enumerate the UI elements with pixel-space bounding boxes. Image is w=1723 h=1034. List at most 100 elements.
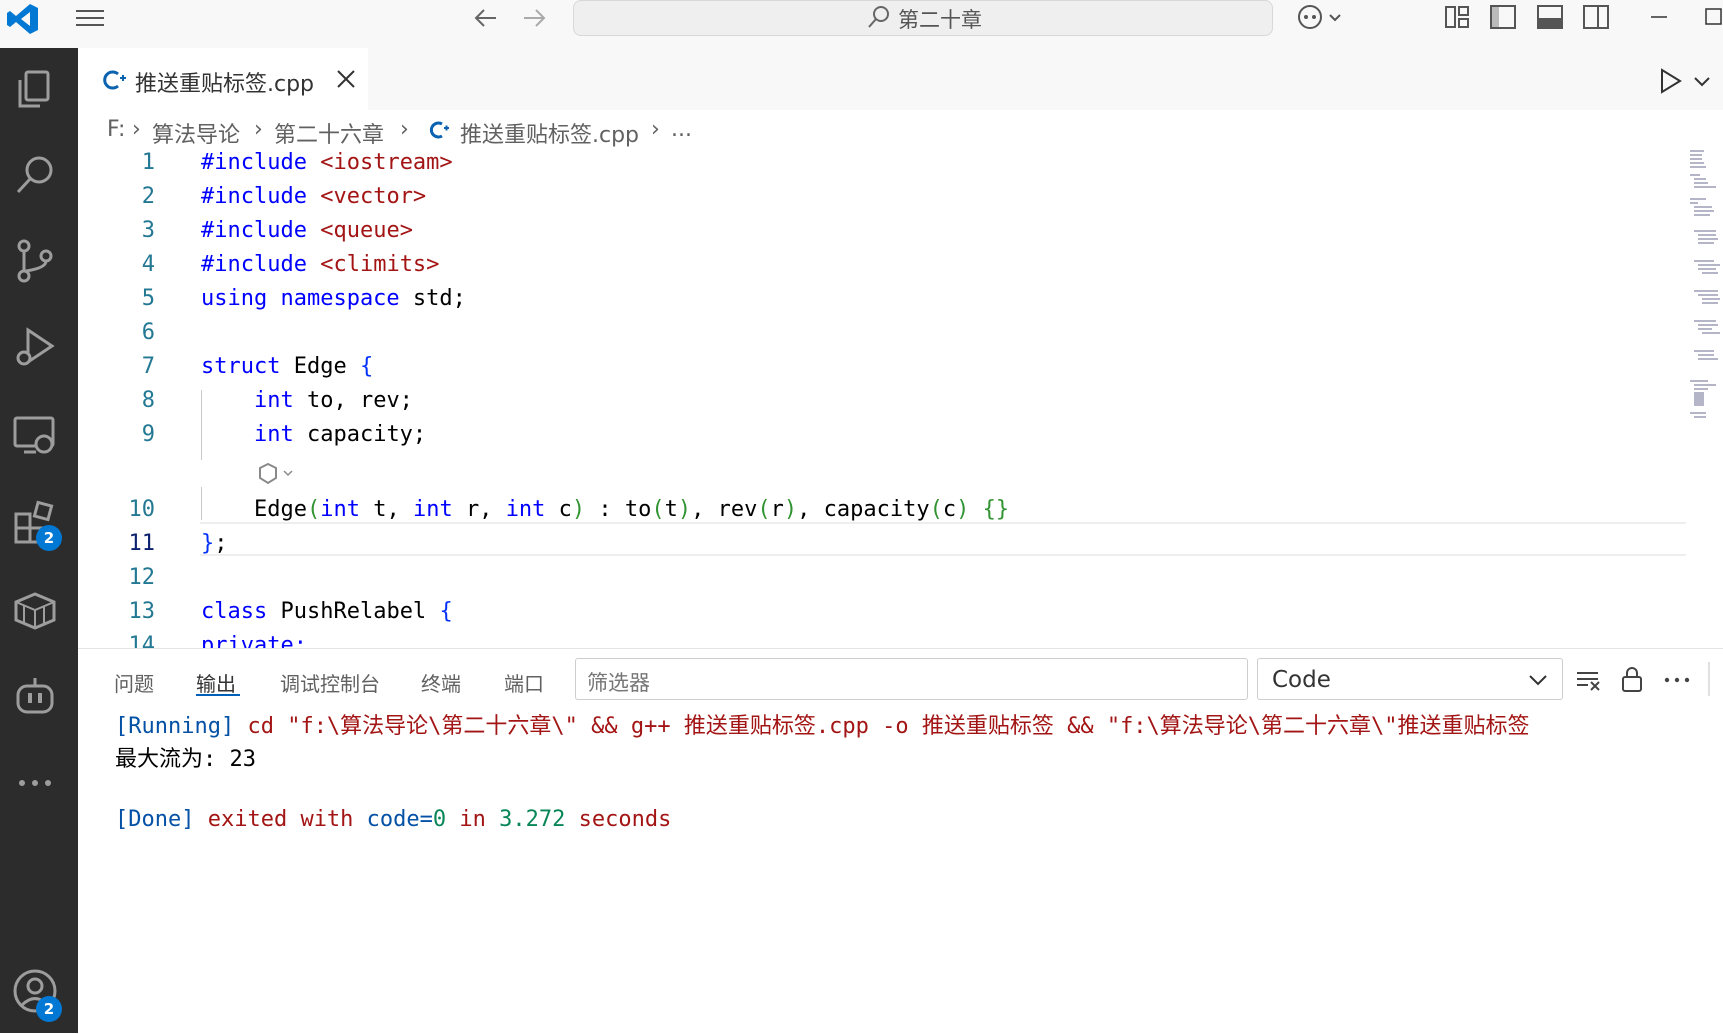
lock-icon[interactable]	[1619, 664, 1645, 694]
code-token: #include	[201, 252, 321, 277]
line-number: 10	[128, 497, 156, 522]
line-number: 2	[141, 184, 155, 209]
code-token: c	[942, 497, 957, 522]
source-control-icon[interactable]	[12, 238, 58, 284]
code-token: }	[201, 531, 215, 556]
output-token: code=	[366, 807, 433, 832]
minimize-icon[interactable]	[1645, 3, 1673, 31]
code-token: Edge	[293, 354, 360, 379]
line-number: 8	[141, 388, 155, 413]
code-token: , capacity	[797, 497, 930, 522]
close-icon[interactable]	[333, 66, 359, 92]
run-debug-icon[interactable]	[12, 324, 58, 370]
toggle-panel-icon[interactable]	[1536, 3, 1564, 31]
code-line: int to, rev;	[201, 388, 413, 413]
minimap[interactable]	[1690, 150, 1720, 440]
chevron-down-icon[interactable]	[1526, 668, 1550, 692]
containers-icon[interactable]	[12, 586, 58, 632]
code-token: class	[201, 599, 281, 624]
panel-divider	[1708, 662, 1710, 696]
code-line: Edge(int t, int r, int c) : to(t), rev(r…	[201, 497, 1009, 522]
breadcrumb-item[interactable]: 推送重贴标签.cpp	[460, 117, 639, 149]
copilot-icon[interactable]	[12, 674, 58, 720]
chevron-right-icon: ›	[132, 117, 141, 142]
menu-icon[interactable]	[74, 6, 106, 30]
output-token: 最大流为: 23	[115, 747, 256, 772]
output-token: [Done]	[115, 807, 195, 832]
code-token: (	[929, 497, 943, 522]
line-number: 1	[141, 150, 155, 175]
output-line: [Running] cd "f:\算法导论\第二十六章\" && g++ 推送重…	[115, 708, 1530, 740]
search-icon[interactable]	[12, 152, 58, 198]
code-token: r,	[465, 497, 506, 522]
breadcrumb-item[interactable]: 第二十六章	[274, 117, 384, 149]
code-token: PushRelabel	[280, 599, 440, 624]
chevron-right-icon: ›	[400, 117, 409, 142]
code-token: c	[558, 497, 572, 522]
code-token: (	[757, 497, 771, 522]
clear-output-icon[interactable]	[1574, 666, 1602, 694]
customize-layout-icon[interactable]	[1443, 3, 1471, 31]
code-token: <vector>	[320, 184, 427, 209]
code-line: struct Edge {	[201, 354, 373, 379]
breadcrumb-item[interactable]: F:	[107, 117, 125, 142]
explorer-icon[interactable]	[12, 66, 58, 112]
code-token: r	[770, 497, 784, 522]
code-token: #include	[201, 150, 321, 175]
chevron-right-icon: ›	[651, 117, 660, 142]
vscode-logo	[6, 2, 40, 36]
bottom-panel	[78, 648, 1723, 1034]
toggle-secondary-sidebar-icon[interactable]	[1582, 3, 1610, 31]
code-action-icon[interactable]	[256, 462, 296, 486]
extensions-badge: 2	[36, 525, 62, 551]
code-token: int	[505, 497, 559, 522]
maximize-icon[interactable]	[1700, 3, 1723, 31]
line-number: 4	[141, 252, 155, 277]
line-number: 11	[128, 531, 156, 556]
remote-explorer-icon[interactable]	[12, 412, 58, 458]
copilot-menu-icon[interactable]	[1296, 3, 1346, 33]
line-number: 12	[128, 565, 156, 590]
forward-arrow-icon[interactable]	[520, 4, 550, 32]
code-token: ;	[214, 531, 228, 556]
run-icon[interactable]	[1656, 66, 1686, 96]
code-token: , rev	[691, 497, 758, 522]
filter-input[interactable]	[575, 658, 1248, 700]
line-number: 13	[128, 599, 156, 624]
panel-tab-output[interactable]: 输出	[196, 668, 236, 697]
output-line: [Done] exited with code=0 in 3.272 secon…	[115, 807, 671, 832]
code-token: <climits>	[320, 252, 440, 277]
toggle-sidebar-icon[interactable]	[1489, 3, 1517, 31]
chevron-down-icon[interactable]	[1690, 70, 1714, 94]
breadcrumb-item[interactable]: 算法导论	[152, 117, 240, 149]
back-arrow-icon[interactable]	[470, 4, 500, 32]
more-icon[interactable]	[12, 760, 58, 806]
panel-tab-problems[interactable]: 问题	[114, 668, 154, 697]
code-line: class PushRelabel {	[201, 599, 453, 624]
code-token: t,	[373, 497, 413, 522]
tab-label: 推送重贴标签.cpp	[135, 72, 315, 97]
code-token: : to	[585, 497, 652, 522]
output-token: 3.272	[499, 807, 566, 832]
panel-tab-ports[interactable]: 端口	[504, 668, 544, 697]
chevron-right-icon: ›	[254, 117, 263, 142]
output-token: exited with	[194, 807, 367, 832]
panel-tab-terminal[interactable]: 终端	[421, 668, 461, 697]
output-token: cd "f:\算法导论\第二十六章\" && g++ 推送重贴标签.cpp -o…	[234, 714, 1530, 739]
breadcrumb-item[interactable]: ...	[671, 117, 692, 142]
code-token: )	[677, 497, 692, 522]
code-token: capacity;	[306, 422, 427, 447]
code-line: #include <iostream>	[201, 150, 453, 175]
code-line: #include <climits>	[201, 252, 439, 277]
panel-tab-debug-console[interactable]: 调试控制台	[280, 668, 380, 697]
code-line: };	[201, 531, 228, 556]
code-token: #include	[201, 184, 321, 209]
code-token: struct	[201, 354, 294, 379]
code-token: int	[320, 497, 374, 522]
output-channel-value: Code	[1272, 667, 1331, 693]
more-actions-icon[interactable]	[1662, 666, 1692, 694]
code-token: to, rev;	[306, 388, 413, 413]
cpp-file-icon	[103, 68, 127, 92]
